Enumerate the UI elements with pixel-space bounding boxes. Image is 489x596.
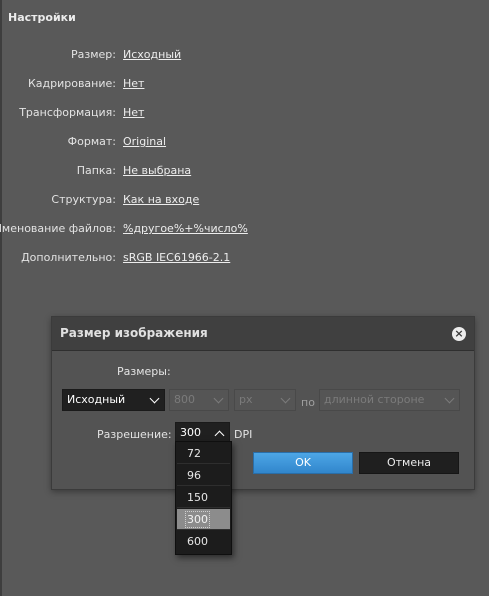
setting-value-crop-link[interactable]: Нет [123, 77, 144, 90]
setting-value-naming-link[interactable]: %другое%+%число% [123, 222, 248, 235]
setting-label: Дополнительно: [21, 251, 116, 264]
resolution-value: 300 [180, 426, 201, 439]
cancel-button[interactable]: Отмена [359, 452, 459, 474]
setting-row-naming: Именование файлов: %другое%+%число% [0, 222, 489, 238]
setting-row-folder: Папка: Не выбрана [0, 164, 489, 180]
by-label: по [301, 396, 315, 409]
ok-button[interactable]: OK [253, 452, 353, 474]
unit-select: px [234, 389, 296, 411]
resolution-option-label: 96 [187, 469, 201, 482]
size-value: 800 [174, 393, 195, 406]
setting-label: Кадрирование: [27, 77, 116, 90]
size-mode-value: Исходный [67, 393, 126, 406]
setting-row-transform: Трансформация: Нет [0, 106, 489, 122]
resolution-option-label: 72 [187, 447, 201, 460]
setting-row-structure: Структура: Как на входе [0, 193, 489, 209]
resolution-option[interactable]: 600 [177, 531, 230, 552]
chevron-down-icon [149, 393, 160, 404]
setting-label: Формат: [67, 135, 116, 148]
resolution-dropdown: 72 96 150 300 600 [175, 441, 232, 555]
setting-row-crop: Кадрирование: Нет [0, 77, 489, 93]
setting-value-folder-link[interactable]: Не выбрана [123, 164, 191, 177]
close-icon[interactable]: × [452, 327, 466, 341]
resolution-option[interactable]: 96 [177, 465, 230, 486]
dialog-header: Размер изображения × [52, 317, 474, 351]
resolution-option-label: 150 [187, 491, 208, 504]
chevron-down-icon [280, 393, 291, 404]
resolution-label: Разрешение: [97, 428, 172, 441]
dpi-label: DPI [234, 428, 253, 441]
setting-row-format: Формат: Original [0, 135, 489, 151]
resolution-option[interactable]: 150 [177, 487, 230, 508]
setting-value-size-link[interactable]: Исходный [123, 48, 181, 61]
setting-row-extra: Дополнительно: sRGB IEC61966-2.1 [0, 251, 489, 267]
setting-label: Структура: [51, 193, 116, 206]
setting-value-format-link[interactable]: Original [123, 135, 166, 148]
sizes-label: Размеры: [117, 365, 171, 378]
size-value-select: 800 [169, 389, 229, 411]
setting-value-transform-link[interactable]: Нет [123, 106, 144, 119]
setting-label: Размер: [71, 48, 116, 61]
resolution-option-selected[interactable]: 300 [177, 509, 230, 530]
chevron-up-icon [214, 430, 225, 441]
settings-title: Настройки [8, 11, 76, 24]
size-mode-select[interactable]: Исходный [62, 389, 165, 411]
setting-label: Трансформация: [19, 106, 116, 119]
image-size-dialog: Размер изображения × Размеры: Исходный 8… [51, 316, 475, 490]
side-select: длинной стороне [319, 389, 460, 411]
resolution-option[interactable]: 72 [177, 443, 230, 464]
setting-row-size: Размер: Исходный [0, 48, 489, 64]
setting-label: Папка: [76, 164, 116, 177]
chevron-down-icon [444, 393, 455, 404]
unit-value: px [239, 393, 253, 406]
setting-label: Именование файлов: [0, 222, 116, 235]
chevron-down-icon [213, 393, 224, 404]
setting-value-structure-link[interactable]: Как на входе [123, 193, 199, 206]
setting-value-extra-link[interactable]: sRGB IEC61966-2.1 [123, 251, 230, 264]
dialog-title: Размер изображения [60, 326, 208, 340]
resolution-option-label: 300 [185, 511, 210, 528]
resolution-option-label: 600 [187, 535, 208, 548]
side-value: длинной стороне [324, 393, 425, 406]
